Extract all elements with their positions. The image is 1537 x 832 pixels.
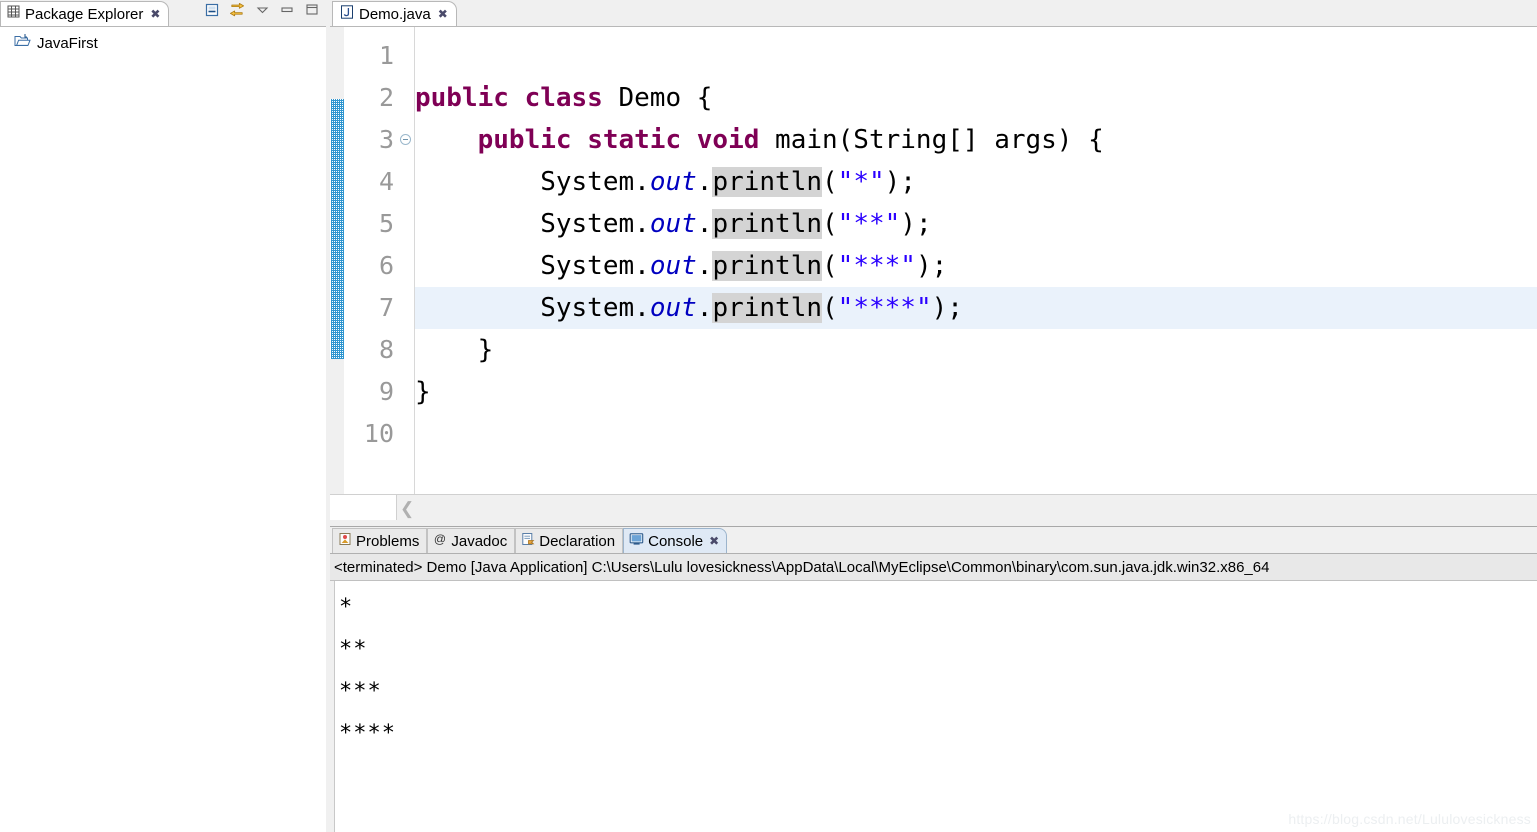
tab-label: Declaration — [539, 532, 616, 550]
console-process-header: <terminated> Demo [Java Application] C:\… — [330, 554, 1537, 581]
link-with-editor-icon[interactable] — [229, 2, 245, 18]
java-file-icon — [340, 4, 354, 24]
console-process-label: <terminated> Demo [Java Application] C:\… — [334, 558, 1270, 576]
line-number-ruler: 1 2 3 4 5 6 7 8 9 10 — [344, 27, 398, 494]
tree-item-javafirst[interactable]: JavaFirst — [0, 31, 329, 55]
close-icon[interactable]: ✖ — [438, 8, 448, 20]
tab-label: Problems — [356, 532, 420, 550]
editor-main: 1 2 3 4 5 6 7 8 9 10 public class Demo {… — [330, 27, 1537, 494]
tab-demo-java[interactable]: Demo.java ✖ — [332, 1, 457, 26]
collapse-all-icon[interactable] — [204, 2, 220, 18]
svg-text:@: @ — [434, 532, 446, 546]
annotation-ruler[interactable] — [330, 27, 344, 494]
bottom-panel-tabbar: Problems @ Javadoc Declaration Console ✖ — [330, 527, 1537, 554]
line-number: 7 — [378, 293, 394, 322]
console-view: Problems @ Javadoc Declaration Console ✖… — [330, 527, 1537, 832]
code-line-6: System.out.println("***"); — [415, 251, 948, 281]
package-explorer-tabbar: Package Explorer ✖ — [0, 0, 330, 27]
scrollbar-thumb[interactable] — [330, 495, 397, 520]
code-line-4: System.out.println("*"); — [415, 167, 916, 197]
console-output[interactable]: * ** *** **** — [335, 581, 1537, 832]
package-explorer-tree: JavaFirst — [0, 27, 330, 832]
tab-label: Javadoc — [451, 532, 508, 550]
editor-tab-label: Demo.java — [359, 5, 431, 23]
console-icon — [629, 532, 644, 550]
annotation-ruler-top — [330, 27, 344, 99]
javadoc-at-icon: @ — [433, 532, 447, 550]
line-number: 1 — [378, 41, 394, 70]
minimize-icon[interactable] — [279, 2, 295, 18]
close-icon[interactable]: ✖ — [150, 8, 160, 20]
package-explorer-view: Package Explorer ✖ JavaFirst — [0, 0, 330, 832]
problems-icon — [338, 532, 352, 550]
java-project-folder-icon — [14, 33, 31, 53]
console-output-line: * — [339, 595, 354, 620]
annotation-ruler-bottom — [330, 359, 344, 494]
line-number: 6 — [378, 251, 394, 280]
line-number: 9 — [378, 377, 394, 406]
code-line-3: public static void main(String[] args) { — [477, 125, 1104, 155]
code-line-5: System.out.println("**"); — [415, 209, 932, 239]
tree-item-label: JavaFirst — [37, 34, 98, 52]
console-output-line: *** — [339, 679, 382, 704]
view-menu-icon[interactable] — [254, 2, 270, 18]
console-output-line: **** — [339, 721, 396, 746]
tab-label: Console — [648, 532, 704, 550]
code-line-2: public class Demo { — [415, 83, 713, 113]
tab-console[interactable]: Console ✖ — [623, 528, 728, 553]
tab-javadoc[interactable]: @ Javadoc — [427, 528, 516, 553]
editor-horizontal-scrollbar[interactable]: ❮ — [330, 494, 1537, 521]
code-surface[interactable]: public class Demo { public static void m… — [415, 27, 1537, 494]
folding-ruler[interactable] — [398, 27, 415, 494]
line-number: 4 — [378, 167, 394, 196]
line-number: 8 — [378, 335, 394, 364]
editor-and-console-area: Demo.java ✖ 1 2 3 4 5 6 7 8 9 10 public … — [330, 0, 1537, 832]
package-explorer-toolbar — [204, 0, 330, 26]
changed-lines-marker — [331, 99, 344, 359]
line-number: 10 — [363, 419, 394, 448]
declaration-icon — [521, 532, 535, 550]
scroll-left-icon[interactable]: ❮ — [400, 500, 414, 517]
code-line-9: } — [415, 377, 431, 407]
collapse-fold-icon[interactable] — [400, 134, 411, 145]
tab-package-explorer[interactable]: Package Explorer ✖ — [0, 1, 170, 26]
package-explorer-icon — [7, 5, 20, 23]
package-explorer-tab-label: Package Explorer — [25, 5, 144, 23]
console-body-wrap: * ** *** **** — [330, 581, 1537, 832]
line-number: 2 — [378, 83, 394, 112]
editor-tabbar: Demo.java ✖ — [330, 0, 1537, 27]
close-icon[interactable]: ✖ — [709, 535, 719, 547]
java-editor: 1 2 3 4 5 6 7 8 9 10 public class Demo {… — [330, 27, 1537, 527]
line-number: 3 — [378, 125, 394, 154]
watermark: https://blog.csdn.net/Lululovesickness — [1288, 811, 1531, 827]
tab-declaration[interactable]: Declaration — [515, 528, 624, 553]
code-line-7: System.out.println("****"); — [415, 287, 1537, 329]
code-line-8: } — [415, 335, 494, 365]
eclipse-workbench: Package Explorer ✖ JavaFirst Demo.java ✖… — [0, 0, 1537, 832]
tab-problems[interactable]: Problems — [332, 528, 428, 553]
line-number: 5 — [378, 209, 394, 238]
console-output-line: ** — [339, 637, 368, 662]
maximize-icon[interactable] — [304, 2, 320, 18]
